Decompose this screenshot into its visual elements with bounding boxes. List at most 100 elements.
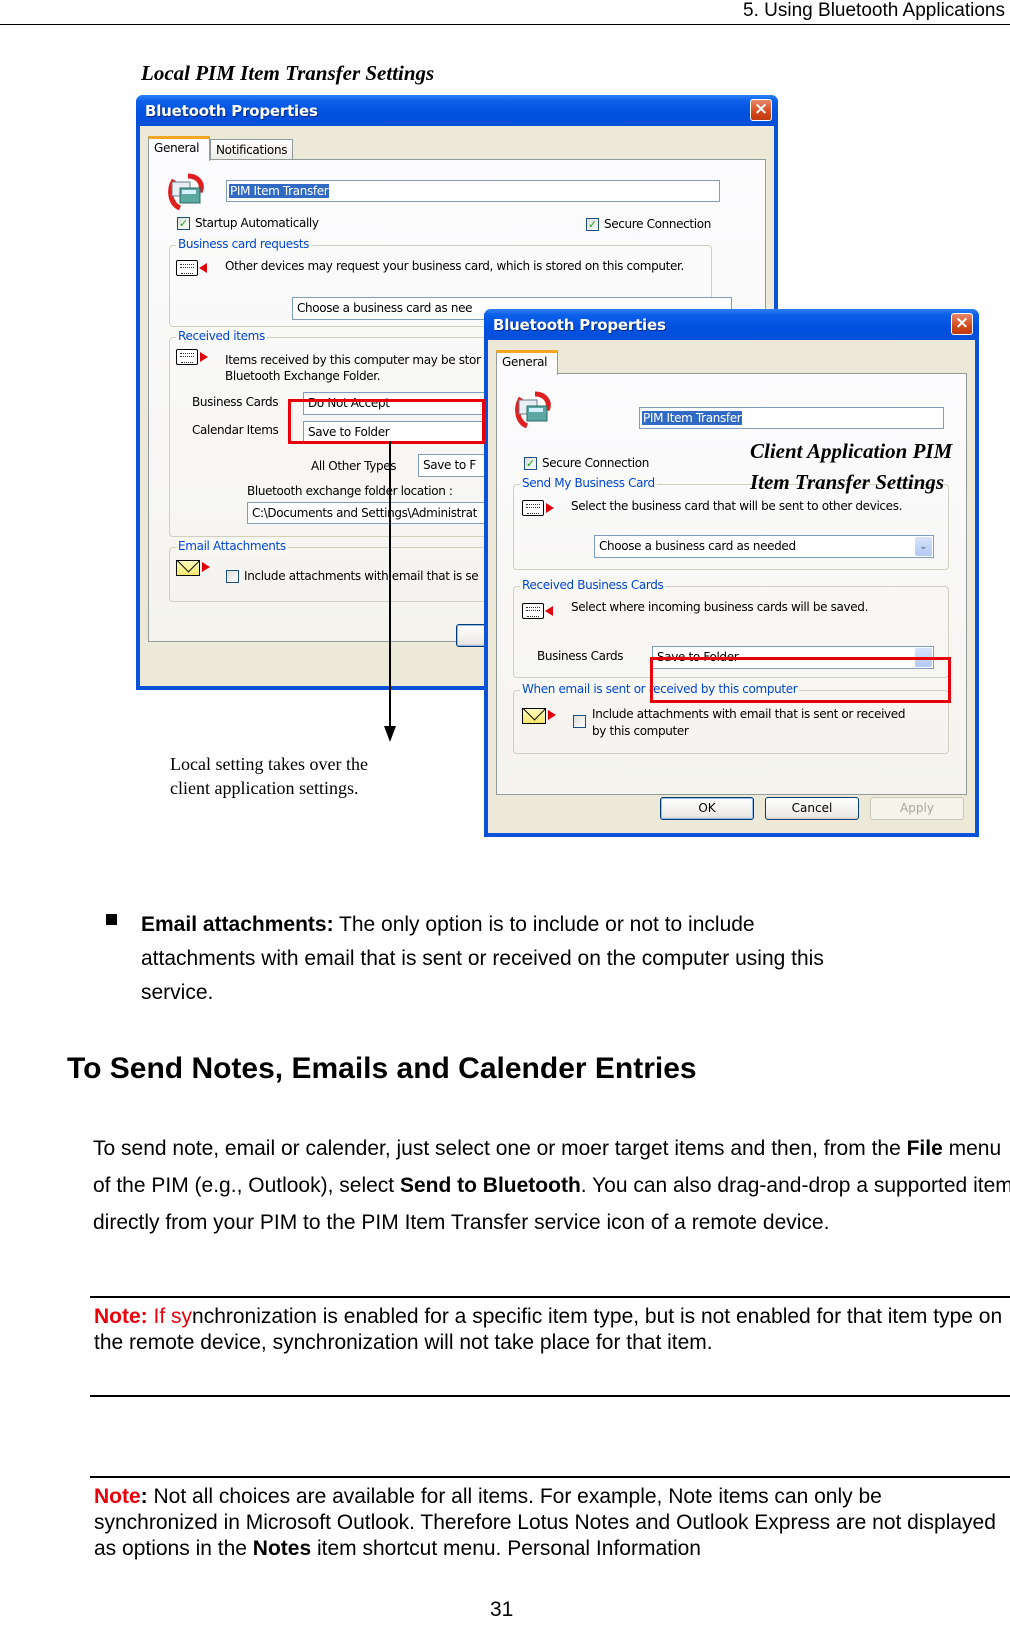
callout-text-line1: Local setting takes over the xyxy=(170,754,368,774)
include-attachments-label-line1: Include attachments with email that is s… xyxy=(592,707,906,721)
envelope-icon xyxy=(522,708,546,724)
callout-arrowhead-icon xyxy=(384,726,396,742)
secure-connection-checkbox[interactable]: ✓ xyxy=(524,457,537,470)
note-2-colon: : xyxy=(140,1485,148,1508)
secure-connection-label: Secure Connection xyxy=(542,456,650,470)
close-icon[interactable]: × xyxy=(951,313,973,335)
tab-general[interactable]: General xyxy=(496,350,558,375)
business-card-icon xyxy=(176,260,198,276)
service-name-field[interactable]: PIM Item Transfer xyxy=(226,180,720,202)
titlebar: Bluetooth Properties × xyxy=(136,95,778,126)
tab-notifications[interactable]: Notifications xyxy=(210,139,293,160)
arrow-left-icon xyxy=(545,606,553,616)
pim-transfer-icon xyxy=(168,173,204,211)
tab-general[interactable]: General xyxy=(148,136,210,161)
callout-text: Local setting takes over the client appl… xyxy=(170,752,368,800)
section-heading: To Send Notes, Emails and Calender Entri… xyxy=(67,1052,697,1085)
note-1-text: nchronization is enabled for a specific … xyxy=(94,1305,1003,1354)
cancel-button[interactable]: Cancel xyxy=(765,797,859,820)
secure-connection-label: Secure Connection xyxy=(604,217,712,231)
note-1-top-rule xyxy=(90,1296,1010,1298)
arrow-right-icon xyxy=(548,710,556,720)
folder-location-value: C:\Documents and Settings\Administrat xyxy=(252,506,477,520)
received-items-label: Received items xyxy=(176,329,267,343)
received-business-cards-label: Received Business Cards xyxy=(520,578,666,592)
business-card-requests-label: Business card requests xyxy=(176,237,312,251)
note-1-red-text: If sy xyxy=(147,1305,193,1328)
note-1-bottom-rule xyxy=(90,1395,1010,1397)
ok-button[interactable]: OK xyxy=(660,797,754,820)
note-2-top-rule xyxy=(90,1476,1010,1478)
dialog-title: Bluetooth Properties xyxy=(493,316,666,334)
arrow-right-icon xyxy=(202,562,210,572)
calendar-items-label: Calendar Items xyxy=(192,423,279,437)
received-items-description-line2: Bluetooth Exchange Folder. xyxy=(225,369,381,383)
include-attachments-checkbox[interactable] xyxy=(226,570,239,583)
secure-connection-checkbox[interactable]: ✓ xyxy=(586,218,599,231)
titlebar: Bluetooth Properties × xyxy=(484,309,979,340)
include-attachments-label-line2: by this computer xyxy=(592,724,689,738)
note-1: Note: If synchronization is enabled for … xyxy=(94,1304,1010,1356)
figure-caption-local: Local PIM Item Transfer Settings xyxy=(141,61,435,85)
figure-caption-client: Client Application PIM Item Transfer Set… xyxy=(750,436,952,498)
include-attachments-label: Include attachments with email that is s… xyxy=(244,569,479,583)
pim-transfer-icon xyxy=(515,391,551,429)
arrow-left-icon xyxy=(199,263,207,273)
apply-button[interactable]: Apply xyxy=(870,797,964,820)
highlight-client-business-cards xyxy=(650,657,951,703)
bullet-text: Email attachments: The only option is to… xyxy=(141,908,1001,1010)
note-1-label: Note: xyxy=(94,1305,148,1328)
service-name-value: PIM Item Transfer xyxy=(642,411,743,425)
close-icon[interactable]: × xyxy=(750,99,772,121)
note-2-bold-notes: Notes xyxy=(252,1537,312,1560)
all-other-types-value: Save to F xyxy=(423,458,476,472)
send-business-card-select[interactable]: Choose a business card as needed ⌄ xyxy=(594,535,934,558)
callout-text-line2: client application settings. xyxy=(170,778,359,798)
chevron-down-icon[interactable]: ⌄ xyxy=(915,537,932,556)
arrow-right-icon xyxy=(546,503,554,513)
bullet-line1: The only option is to include or not to … xyxy=(333,913,755,936)
para-bold-file: File xyxy=(906,1137,943,1160)
client-bluetooth-properties-dialog: Bluetooth Properties × General PIM Item … xyxy=(484,309,979,837)
service-name-value: PIM Item Transfer xyxy=(229,184,330,198)
arrow-right-icon xyxy=(200,352,208,362)
bullet-line3: service. xyxy=(141,981,214,1004)
business-card-requests-description: Other devices may request your business … xyxy=(225,259,684,273)
header-rule xyxy=(0,24,1010,25)
send-business-card-value: Choose a business card as needed xyxy=(599,539,796,553)
send-my-business-card-label: Send My Business Card xyxy=(520,476,657,490)
folder-location-label: Bluetooth exchange folder location : xyxy=(247,484,453,498)
client-caption-line2: Item Transfer Settings xyxy=(750,470,945,494)
dialog-title: Bluetooth Properties xyxy=(145,102,318,120)
bullet-term: Email attachments: xyxy=(141,913,334,936)
received-items-description-line1: Items received by this computer may be s… xyxy=(225,353,481,367)
bullet-icon xyxy=(106,914,117,925)
email-attachments-label: Email Attachments xyxy=(176,539,288,553)
highlight-local-business-cards xyxy=(288,399,485,444)
note-2-text: item shortcut menu. Personal Information xyxy=(311,1537,701,1560)
startup-automatically-checkbox[interactable]: ✓ xyxy=(177,217,190,230)
note-2: Note: Not all choices are available for … xyxy=(94,1484,1010,1562)
para-bold-send-to-bluetooth: Send to Bluetooth xyxy=(399,1174,581,1197)
section-paragraph: To send note, email or calender, just se… xyxy=(93,1130,1010,1241)
startup-automatically-label: Startup Automatically xyxy=(195,216,319,230)
running-header: 5. Using Bluetooth Applications xyxy=(743,0,1005,21)
business-card-icon xyxy=(522,500,544,516)
business-card-icon xyxy=(176,349,198,365)
bullet-line2: attachments with email that is sent or r… xyxy=(141,947,824,970)
business-cards-label: Business Cards xyxy=(537,649,624,663)
received-business-cards-description: Select where incoming business cards wil… xyxy=(571,600,869,614)
client-caption-line1: Client Application PIM xyxy=(750,439,953,463)
include-attachments-checkbox[interactable] xyxy=(573,715,586,728)
all-other-types-label: All Other Types xyxy=(311,459,397,473)
service-name-field[interactable]: PIM Item Transfer xyxy=(639,407,944,429)
dialog-client-area: General PIM Item Transfer ✓ Secure Conne… xyxy=(488,340,975,833)
business-card-request-value: Choose a business card as nee xyxy=(297,301,473,315)
envelope-icon xyxy=(176,560,200,576)
para-text: To send note, email or calender, just se… xyxy=(93,1137,907,1160)
business-card-icon xyxy=(522,603,544,619)
note-2-label: Note xyxy=(94,1485,141,1508)
send-my-business-card-description: Select the business card that will be se… xyxy=(571,499,903,513)
page-number: 31 xyxy=(490,1598,514,1621)
callout-line xyxy=(389,441,391,727)
